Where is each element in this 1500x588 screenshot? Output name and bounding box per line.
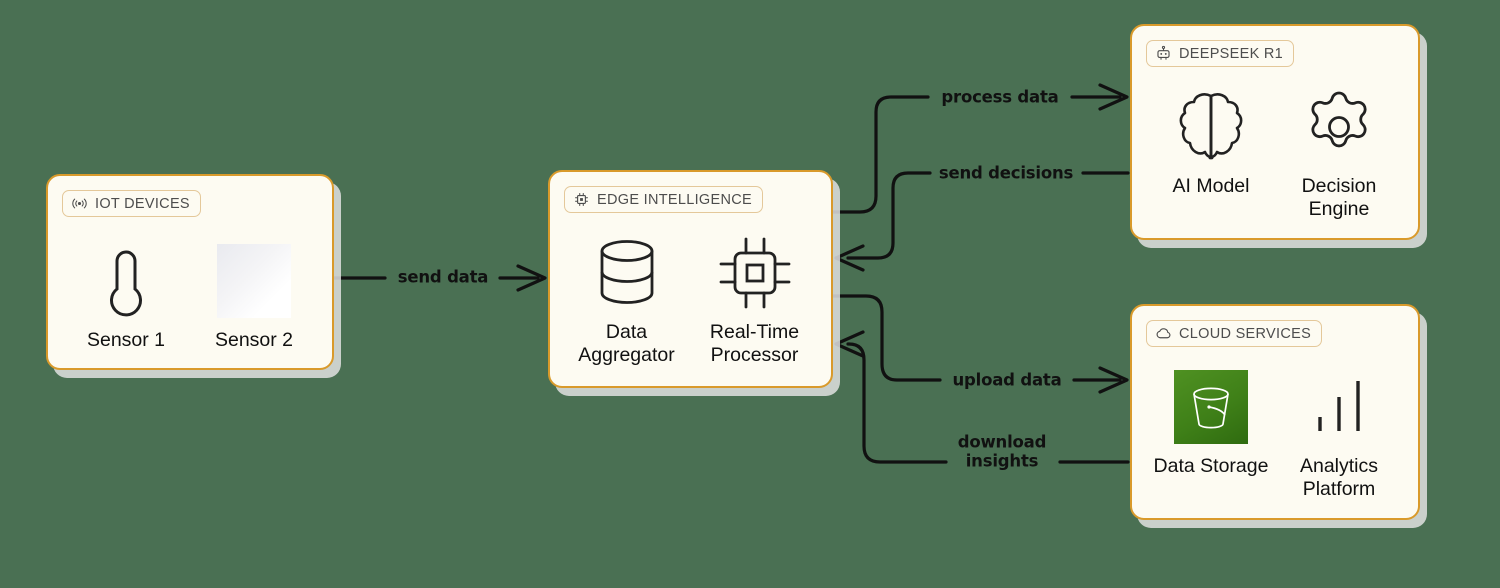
edge-send-decisions xyxy=(846,171,1130,260)
card-cloud-services[interactable]: CLOUD SERVICES Data Storage Analytics Pl… xyxy=(1130,304,1420,520)
s3-bucket-icon xyxy=(1174,368,1248,446)
node-data-aggregator[interactable]: Data Aggregator xyxy=(563,234,691,366)
edge-process-data xyxy=(831,95,1122,214)
card-deepseek-r1[interactable]: DEEPSEEK R1 AI Model Decision Engine xyxy=(1130,24,1420,240)
badge-label-edge-intelligence: EDGE INTELLIGENCE xyxy=(597,191,752,208)
edge-send-decisions-arrowhead xyxy=(834,244,865,272)
card-body-iot-devices: Sensor 1 Sensor 2 xyxy=(48,242,332,352)
database-cylinder-icon xyxy=(595,234,659,312)
processor-chip-icon xyxy=(716,234,794,312)
robot-icon xyxy=(1157,45,1170,60)
edge-upload-data-arrowhead xyxy=(1098,366,1129,394)
gear-icon xyxy=(1300,88,1378,166)
edge-send-data-arrowhead xyxy=(516,264,547,292)
node-ai-model[interactable]: AI Model xyxy=(1147,88,1275,198)
bar-chart-icon xyxy=(1308,368,1370,446)
card-body-cloud-services: Data Storage Analytics Platform xyxy=(1132,368,1418,500)
badge-iot-devices: IOT DEVICES xyxy=(62,190,201,217)
card-body-edge-intelligence: Data Aggregator Real-Time Processor xyxy=(550,234,831,366)
badge-edge-intelligence: EDGE INTELLIGENCE xyxy=(564,186,763,213)
node-label-ai-model: AI Model xyxy=(1172,175,1250,197)
badge-label-iot-devices: IOT DEVICES xyxy=(95,195,190,212)
card-iot-devices[interactable]: IOT DEVICES Sensor 1 Sensor 2 xyxy=(46,174,334,370)
badge-deepseek-r1: DEEPSEEK R1 xyxy=(1146,40,1295,67)
node-label-real-time-processor: Real-Time Processor xyxy=(709,321,800,366)
edge-label-send-data: send data xyxy=(397,267,489,287)
node-label-decision-engine: Decision Engine xyxy=(1301,175,1377,220)
edge-label-send-decisions: send decisions xyxy=(938,163,1074,183)
edge-upload-data xyxy=(831,294,1122,382)
wifi-signal-icon xyxy=(72,198,87,209)
node-label-sensor-2: Sensor 2 xyxy=(214,329,294,351)
thermometer-icon xyxy=(101,242,151,320)
card-body-deepseek-r1: AI Model Decision Engine xyxy=(1132,88,1418,220)
edge-label-download-insights: download insights xyxy=(957,432,1047,471)
node-label-analytics-platform: Analytics Platform xyxy=(1299,455,1379,500)
edge-process-data-arrowhead xyxy=(1098,83,1129,111)
node-sensor-1[interactable]: Sensor 1 xyxy=(62,242,190,352)
node-sensor-2[interactable]: Sensor 2 xyxy=(190,242,318,352)
node-label-sensor-1: Sensor 1 xyxy=(86,329,166,351)
node-analytics-platform[interactable]: Analytics Platform xyxy=(1275,368,1403,500)
node-label-data-storage: Data Storage xyxy=(1153,455,1269,477)
brain-icon xyxy=(1175,88,1247,166)
cloud-icon xyxy=(1156,328,1171,339)
edge-label-upload-data: upload data xyxy=(952,370,1062,390)
diagram-canvas: send data process data send decisions up… xyxy=(0,0,1500,588)
node-data-storage[interactable]: Data Storage xyxy=(1147,368,1275,478)
node-real-time-processor[interactable]: Real-Time Processor xyxy=(691,234,819,366)
edge-download-insights-arrowhead xyxy=(834,330,865,358)
node-label-data-aggregator: Data Aggregator xyxy=(578,321,675,366)
badge-label-cloud-services: CLOUD SERVICES xyxy=(1179,325,1312,342)
edge-label-process-data: process data xyxy=(941,87,1059,107)
badge-label-deepseek-r1: DEEPSEEK R1 xyxy=(1179,45,1284,62)
badge-cloud-services: CLOUD SERVICES xyxy=(1146,320,1323,347)
broken-image-icon xyxy=(217,242,291,320)
cpu-chip-icon xyxy=(575,193,588,206)
node-decision-engine[interactable]: Decision Engine xyxy=(1275,88,1403,220)
card-edge-intelligence[interactable]: EDGE INTELLIGENCE Data Aggregator Real-T… xyxy=(548,170,833,388)
